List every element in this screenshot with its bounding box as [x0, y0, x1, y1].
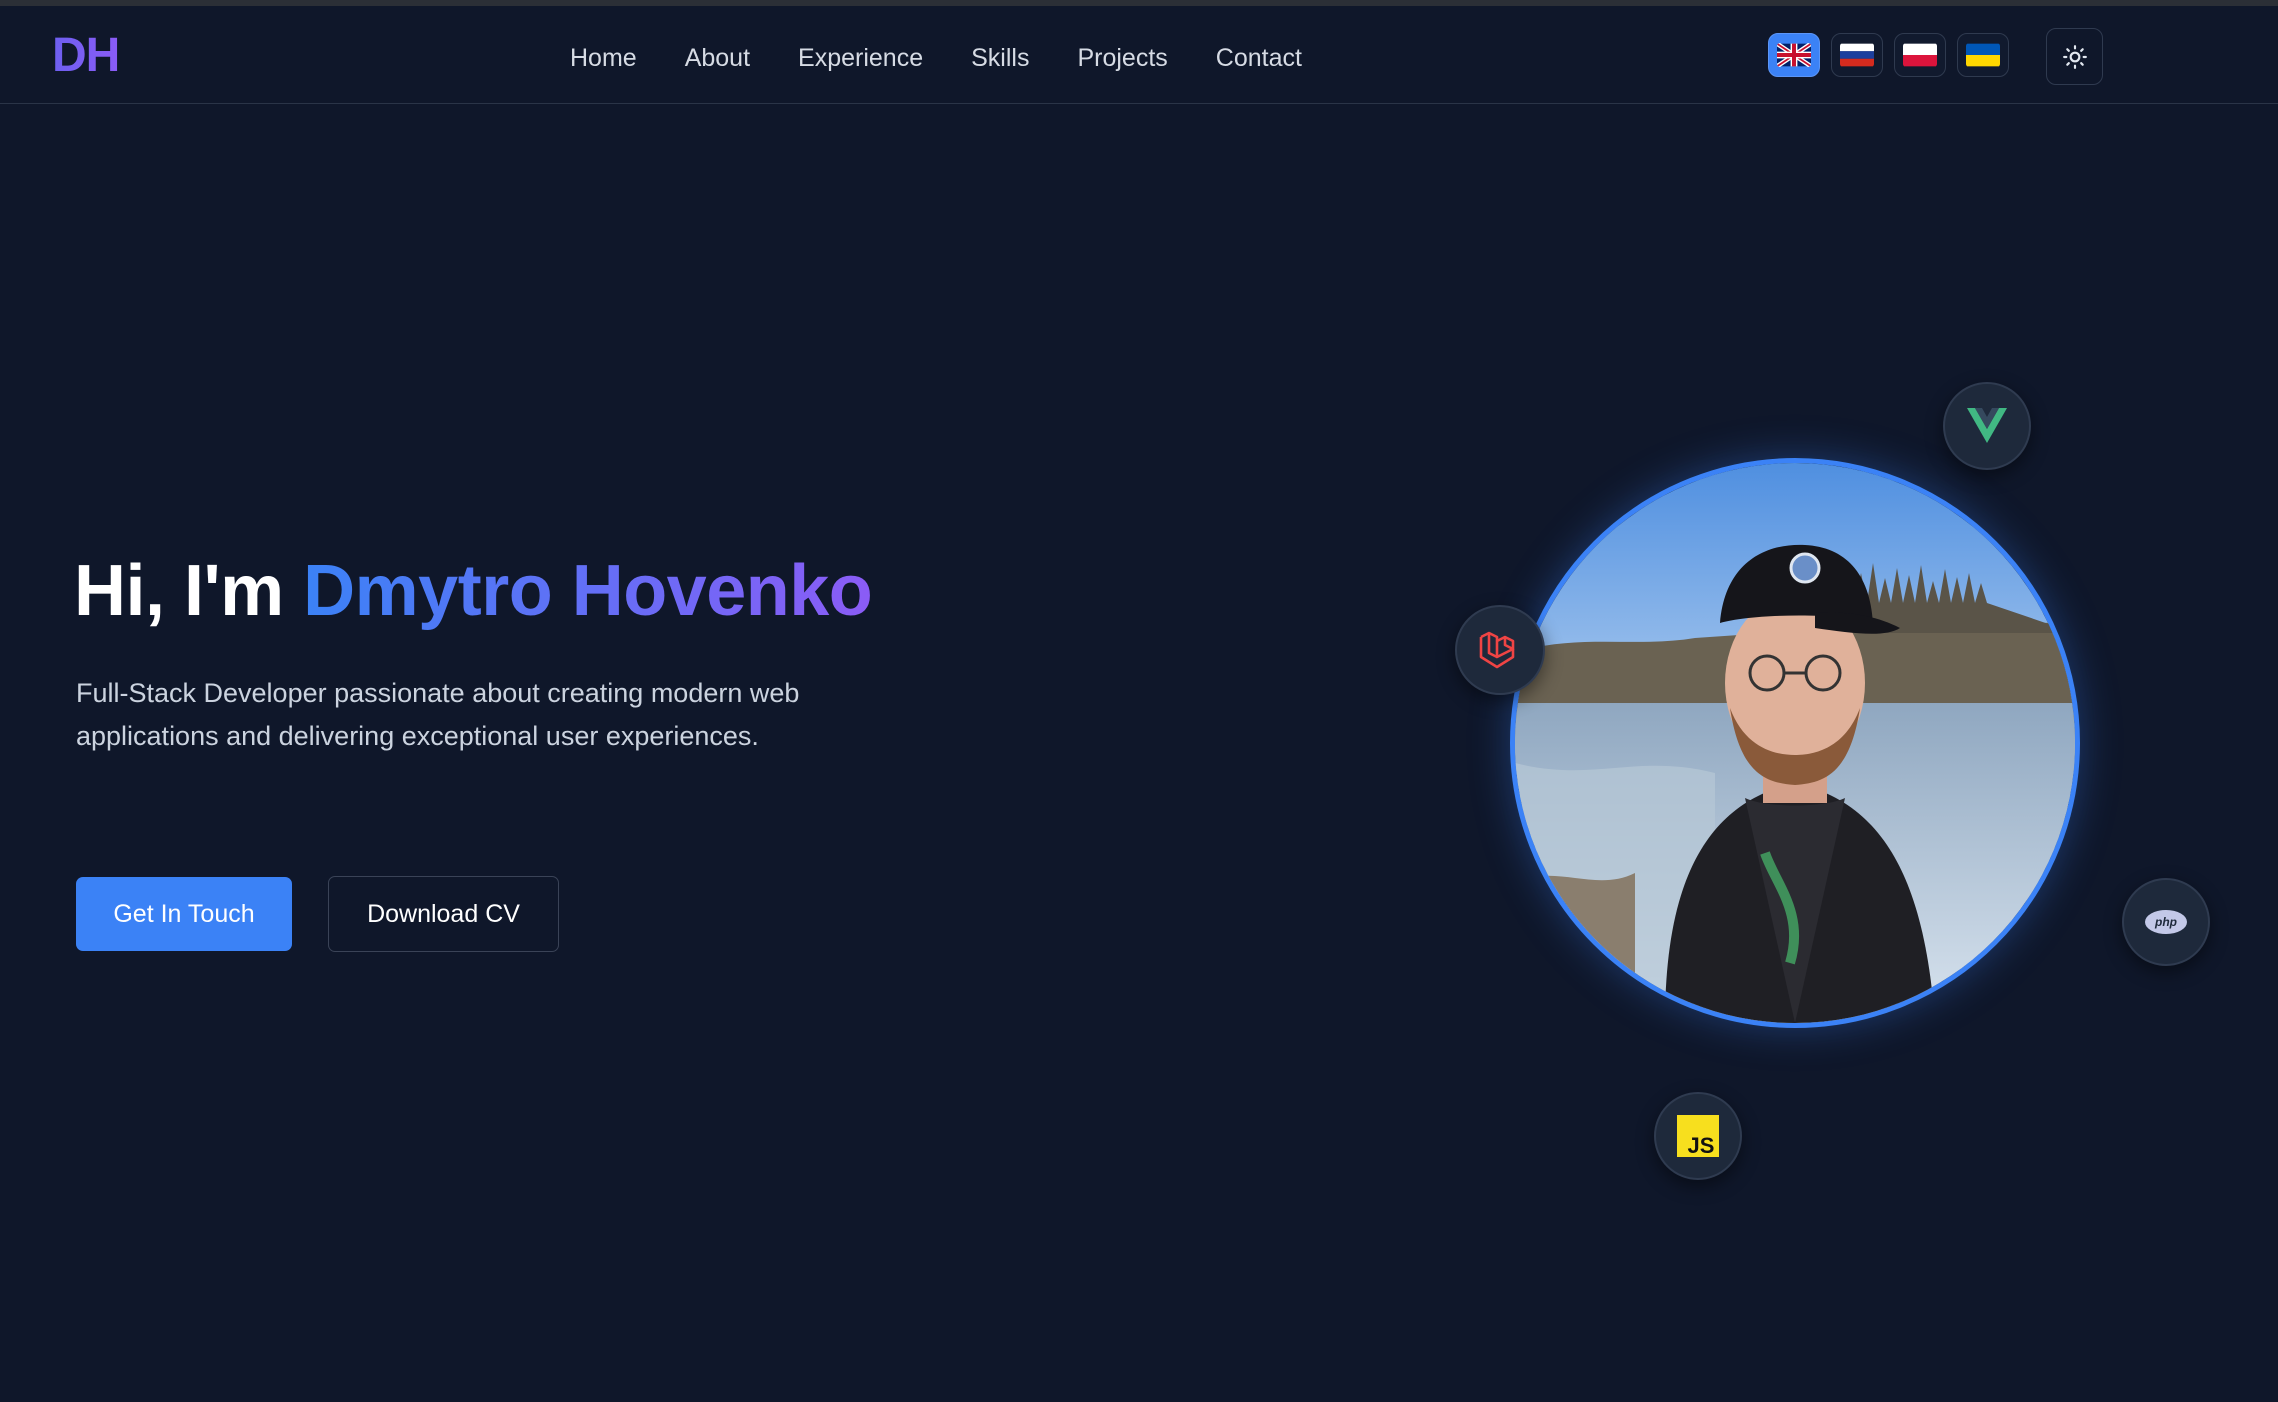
site-logo[interactable]: DH — [52, 28, 120, 83]
laravel-icon — [1479, 631, 1515, 669]
php-badge: php — [2122, 878, 2210, 966]
php-icon: php — [2145, 910, 2187, 934]
hero-greeting: Hi, I'm — [74, 551, 304, 631]
vue-badge — [1943, 382, 2031, 470]
profile-photo-illustration — [1515, 463, 2075, 1023]
nav-home[interactable]: Home — [546, 38, 661, 78]
nav-skills[interactable]: Skills — [947, 38, 1053, 78]
laravel-badge — [1455, 605, 1545, 695]
nav-projects[interactable]: Projects — [1053, 38, 1191, 78]
flag-pl-icon — [1903, 43, 1937, 67]
get-in-touch-button[interactable]: Get In Touch — [76, 877, 292, 951]
nav-contact[interactable]: Contact — [1192, 38, 1326, 78]
nav-about[interactable]: About — [661, 38, 774, 78]
sun-icon — [2062, 44, 2087, 69]
main-nav: Home About Experience Skills Projects Co… — [546, 38, 1326, 78]
flag-ru-icon — [1840, 43, 1874, 67]
javascript-icon: JS — [1677, 1115, 1719, 1157]
javascript-badge-label: JS — [1688, 1133, 1715, 1157]
hero-name: Dmytro Hovenko — [303, 551, 873, 631]
hero-subtitle: Full-Stack Developer passionate about cr… — [76, 678, 800, 751]
language-button-ua[interactable] — [1957, 33, 2009, 77]
language-button-pl[interactable] — [1894, 33, 1946, 77]
javascript-badge: JS — [1654, 1092, 1742, 1180]
site-header: DH Home About Experience Skills Projects… — [0, 6, 2278, 104]
flag-ua-icon — [1966, 43, 2000, 67]
hero-title: Hi, I'm Dmytro Hovenko — [74, 550, 873, 632]
theme-toggle-button[interactable] — [2046, 28, 2103, 85]
nav-experience[interactable]: Experience — [774, 38, 947, 78]
profile-photo — [1510, 458, 2080, 1028]
language-switcher — [1768, 33, 2009, 77]
language-button-ru[interactable] — [1831, 33, 1883, 77]
language-button-en[interactable] — [1768, 33, 1820, 77]
flag-uk-icon — [1777, 43, 1811, 67]
download-cv-button[interactable]: Download CV — [328, 876, 559, 952]
vue-icon — [1967, 408, 2007, 443]
php-badge-label: php — [2154, 915, 2177, 929]
